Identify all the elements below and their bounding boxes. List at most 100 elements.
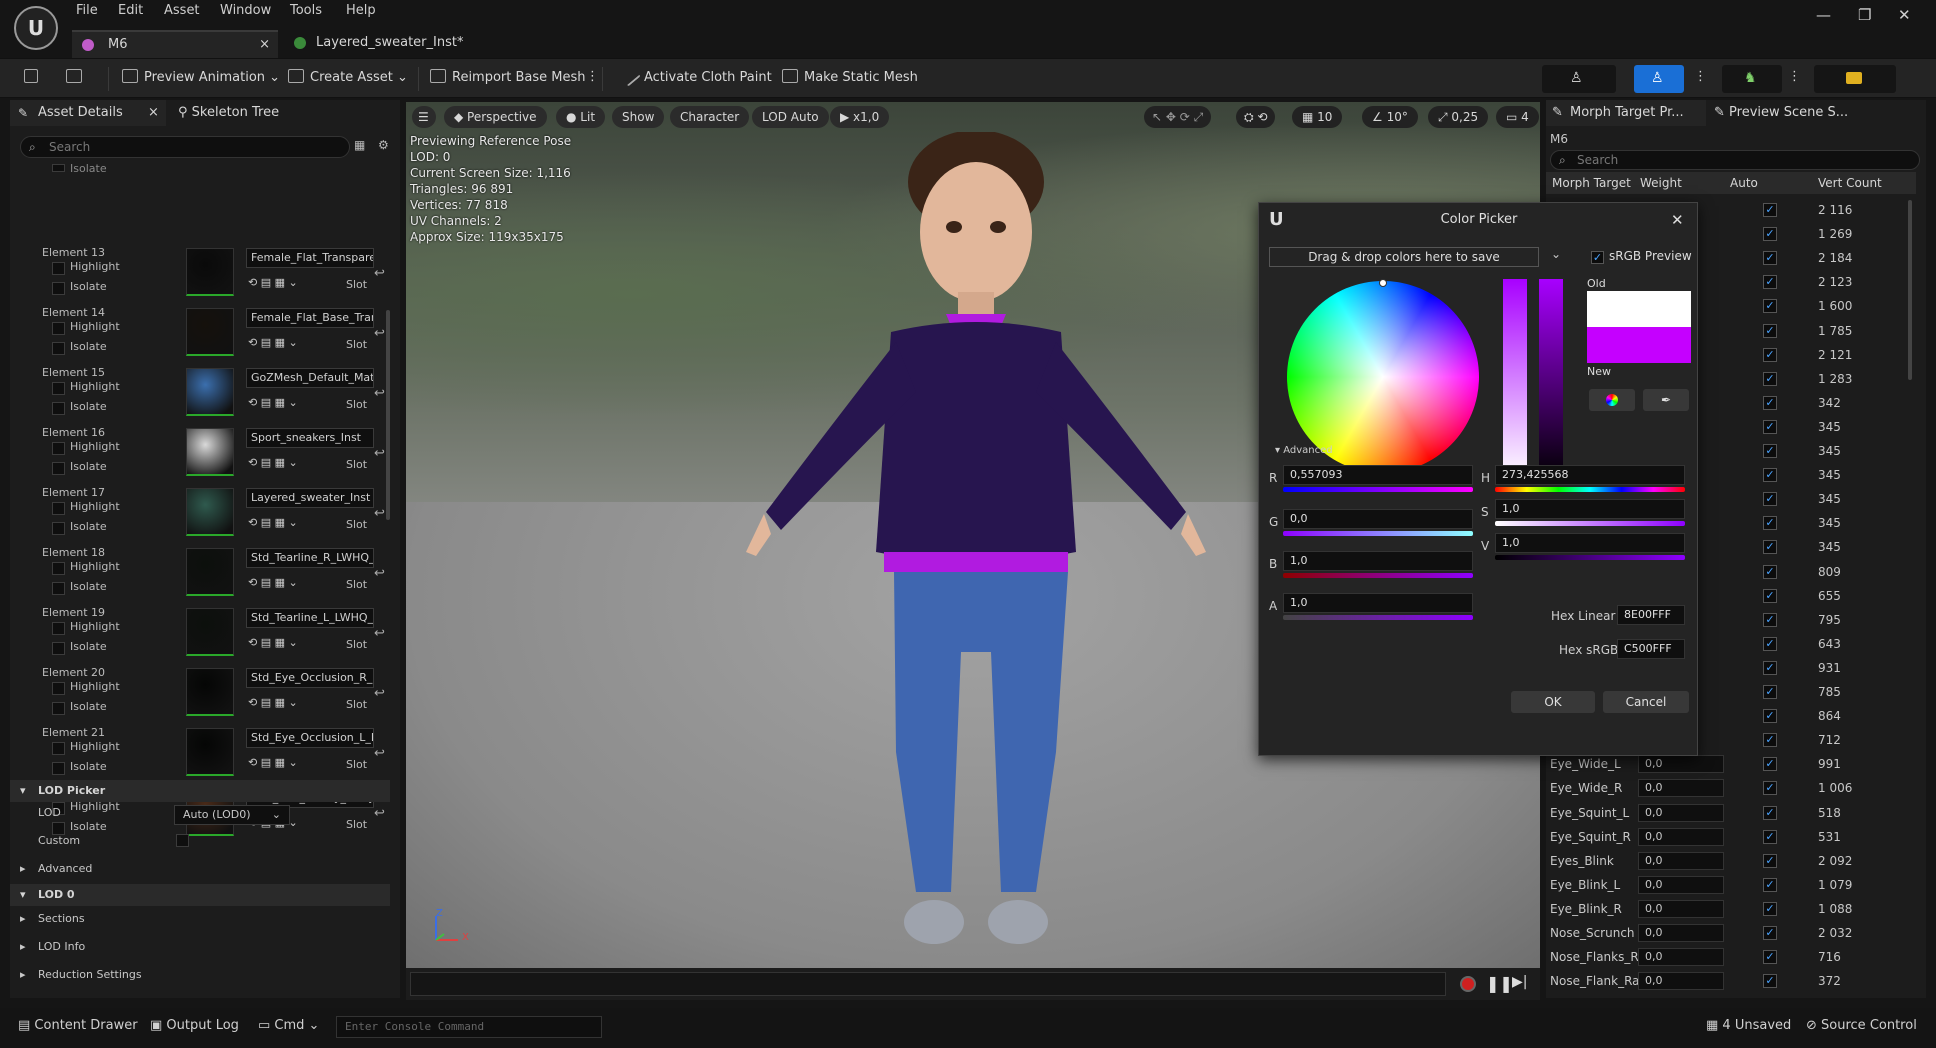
morph-target-row[interactable]: Eye_Wide_R 0,0 ✓ 1 006 [1546, 776, 1916, 800]
step-forward-icon[interactable]: ▶| [1512, 974, 1527, 990]
create-asset-button[interactable]: Create Asset ⌄ [288, 69, 408, 85]
search-input[interactable]: ⌕ Search [20, 136, 350, 158]
material-thumbnail[interactable] [186, 608, 234, 656]
color-wheel-mode-button[interactable] [1589, 389, 1635, 411]
morph-target-row[interactable]: Nose_Flank_Ra 0,0 ✓ 372 [1546, 969, 1916, 993]
hex-srgb-input[interactable]: C500FFF [1617, 639, 1685, 659]
isolate-checkbox[interactable] [52, 282, 65, 295]
lod-info-row[interactable]: ▸ LOD Info [10, 936, 390, 958]
morph-target-row[interactable]: Eyes_Blink 0,0 ✓ 2 092 [1546, 849, 1916, 873]
isolate-checkbox[interactable] [52, 462, 65, 475]
material-thumbnail[interactable] [186, 428, 234, 476]
restore-icon[interactable]: ❐ [1858, 6, 1871, 24]
material-actions-icons[interactable]: ⟲ ▤ ▦ ⌄ [248, 276, 298, 289]
g-slider[interactable] [1283, 531, 1473, 536]
value-slider[interactable] [1539, 279, 1563, 479]
color-swatch-drop-zone[interactable]: Drag & drop colors here to save [1269, 247, 1539, 267]
morph-target-row[interactable]: Nose_Scrunch 0,0 ✓ 2 032 [1546, 921, 1916, 945]
tab-morph-target-preview[interactable]: ✎ Morph Target Pr... [1546, 100, 1706, 126]
highlight-checkbox[interactable] [52, 562, 65, 575]
auto-checkbox[interactable]: ✓ [1763, 950, 1777, 965]
highlight-checkbox[interactable] [52, 322, 65, 335]
auto-checkbox[interactable]: ✓ [1763, 492, 1777, 507]
material-actions-icons[interactable]: ⟲ ▤ ▦ ⌄ [248, 636, 298, 649]
highlight-checkbox[interactable] [52, 262, 65, 275]
reset-icon[interactable]: ↩ [374, 566, 385, 581]
pause-icon[interactable]: ❚❚ [1486, 974, 1513, 993]
b-slider[interactable] [1283, 573, 1473, 578]
material-actions-icons[interactable]: ⟲ ▤ ▦ ⌄ [248, 756, 298, 769]
custom-checkbox[interactable] [176, 834, 189, 847]
auto-checkbox[interactable]: ✓ [1763, 757, 1777, 772]
auto-checkbox[interactable]: ✓ [1763, 564, 1777, 579]
isolate-checkbox[interactable] [52, 702, 65, 715]
weight-input[interactable]: 0,0 [1638, 875, 1724, 894]
material-actions-icons[interactable]: ⟲ ▤ ▦ ⌄ [248, 576, 298, 589]
save-icon[interactable] [24, 69, 44, 85]
col-morph-target[interactable]: Morph Target [1552, 176, 1631, 190]
auto-checkbox[interactable]: ✓ [1763, 540, 1777, 555]
auto-checkbox[interactable]: ✓ [1763, 709, 1777, 724]
material-name-field[interactable]: Sport_sneakers_Inst [246, 428, 374, 448]
reset-icon[interactable]: ↩ [374, 746, 385, 761]
tab-m6[interactable]: M6 × [72, 30, 278, 58]
lod-picker-section[interactable]: ▾ LOD Picker [10, 780, 390, 802]
auto-checkbox[interactable]: ✓ [1763, 347, 1777, 362]
a-input[interactable]: 1,0 [1283, 593, 1473, 613]
hex-linear-input[interactable]: 8E00FFF [1617, 605, 1685, 625]
menu-asset[interactable]: Asset [164, 3, 200, 18]
activate-cloth-paint-button[interactable]: Activate Cloth Paint [619, 65, 772, 87]
highlight-checkbox[interactable] [52, 382, 65, 395]
saturation-slider[interactable] [1503, 279, 1527, 479]
material-name-field[interactable]: GoZMesh_Default_Mate [246, 368, 374, 388]
angle-snap-button[interactable]: ∠ 10° [1362, 106, 1418, 128]
scrollbar[interactable] [1908, 200, 1912, 380]
material-name-field[interactable]: Female_Flat_Base_Tran [246, 308, 374, 328]
weight-input[interactable]: 0,0 [1638, 779, 1724, 798]
auto-checkbox[interactable]: ✓ [1763, 275, 1777, 290]
preview-animation-button[interactable]: Preview Animation ⌄ [122, 69, 280, 85]
auto-checkbox[interactable]: ✓ [1763, 323, 1777, 338]
record-icon[interactable] [1460, 976, 1476, 992]
close-icon[interactable]: × [259, 32, 270, 58]
isolate-checkbox[interactable] [52, 164, 65, 172]
auto-checkbox[interactable]: ✓ [1763, 444, 1777, 458]
material-thumbnail[interactable] [186, 488, 234, 536]
advanced-expander[interactable]: ▾ Advanced [1275, 445, 1333, 456]
auto-checkbox[interactable]: ✓ [1763, 733, 1777, 748]
auto-checkbox[interactable]: ✓ [1763, 781, 1777, 796]
material-thumbnail[interactable] [186, 368, 234, 416]
close-icon[interactable]: × [148, 100, 159, 126]
view-options-icon[interactable]: ▦ [354, 138, 365, 152]
morph-search-input[interactable]: ⌕ Search [1550, 150, 1920, 170]
auto-checkbox[interactable]: ✓ [1763, 612, 1777, 627]
reset-icon[interactable]: ↩ [374, 626, 385, 641]
weight-input[interactable]: 0,0 [1638, 755, 1724, 774]
tab-layered-sweater[interactable]: Layered_sweater_Inst* [286, 30, 463, 58]
viewport-menu-button[interactable]: ☰ [412, 106, 436, 128]
reset-icon[interactable]: ↩ [374, 686, 385, 701]
cmd-dropdown[interactable]: ▭ Cmd ⌄ [258, 1018, 319, 1033]
morph-target-row[interactable]: Eye_Blink_R 0,0 ✓ 1 088 [1546, 897, 1916, 921]
isolate-checkbox[interactable] [52, 642, 65, 655]
weight-input[interactable]: 0,0 [1638, 924, 1724, 942]
col-auto[interactable]: Auto [1730, 176, 1758, 190]
tab-asset-details[interactable]: ✎ Asset Details × [10, 100, 166, 126]
lit-button[interactable]: ● Lit [556, 106, 606, 128]
material-actions-icons[interactable]: ⟲ ▤ ▦ ⌄ [248, 516, 298, 529]
material-thumbnail[interactable] [186, 248, 234, 296]
weight-input[interactable]: 0,0 [1638, 827, 1724, 846]
auto-checkbox[interactable]: ✓ [1763, 901, 1777, 916]
play-speed-button[interactable]: ▶ x1,0 [830, 106, 890, 128]
scale-snap-button[interactable]: ⤢ 0,25 [1428, 106, 1489, 128]
highlight-checkbox[interactable] [52, 682, 65, 695]
auto-checkbox[interactable]: ✓ [1763, 371, 1777, 386]
material-name-field[interactable]: Std_Tearline_R_LWHQ_I [246, 548, 374, 568]
material-actions-icons[interactable]: ⟲ ▤ ▦ ⌄ [248, 336, 298, 349]
isolate-checkbox[interactable] [52, 522, 65, 535]
highlight-checkbox[interactable] [52, 742, 65, 755]
material-thumbnail[interactable] [186, 728, 234, 776]
animation-mode-button[interactable]: ♞ [1722, 65, 1782, 93]
highlight-checkbox[interactable] [52, 502, 65, 515]
col-vert-count[interactable]: Vert Count [1818, 176, 1882, 190]
